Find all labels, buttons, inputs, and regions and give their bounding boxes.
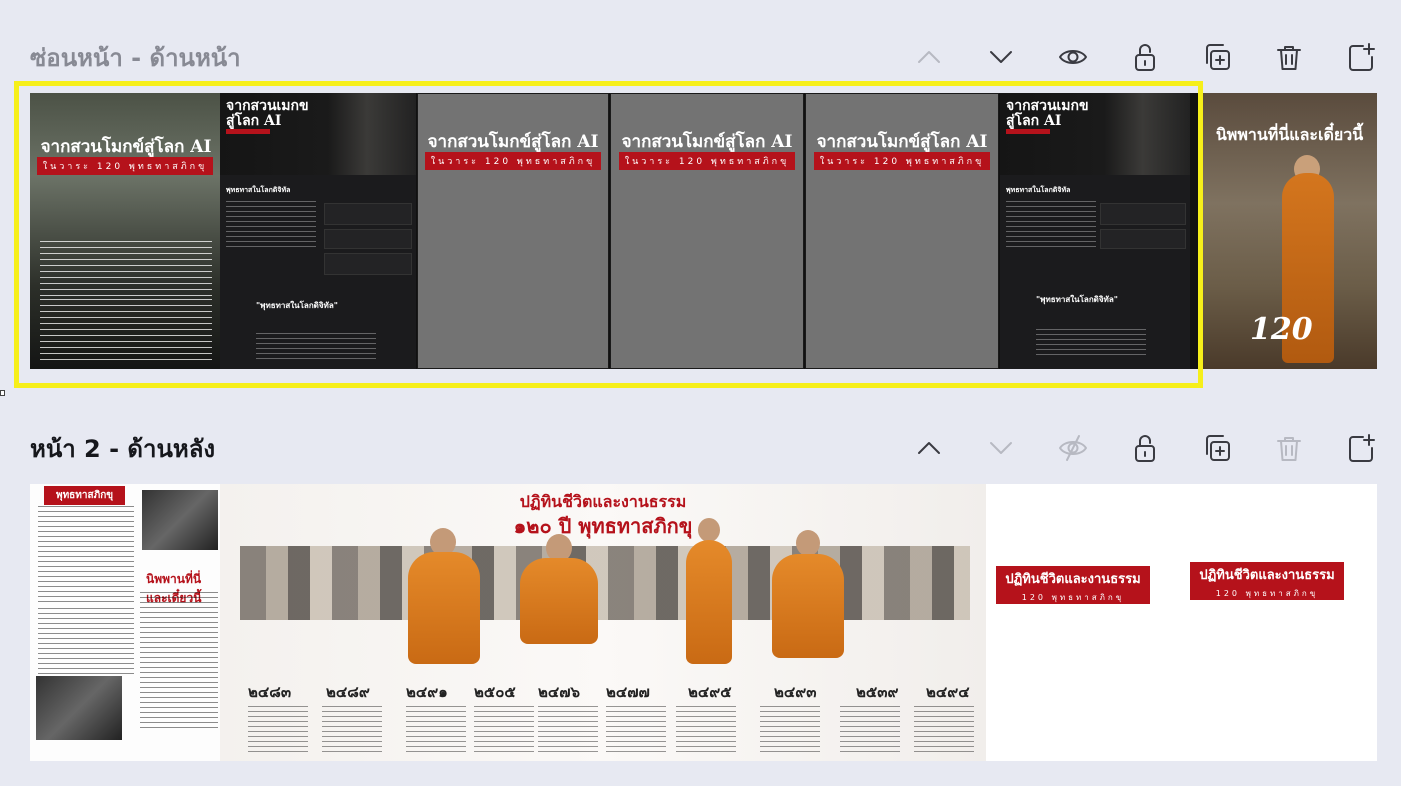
- monk-number: 120: [1250, 312, 1313, 347]
- add-page-icon: [1349, 434, 1375, 462]
- timeline-text: [406, 706, 466, 754]
- page-toolbar-1: [875, 37, 1379, 77]
- document-tile[interactable]: พุทธทาสภิกขุ นิพพานที่นี่และเดี๋ยวนี้: [30, 484, 220, 761]
- move-down-button[interactable]: [983, 430, 1019, 466]
- label-box: ปฏิทินชีวิตและงานธรรม 120 พุทธทาสภิกขุ: [1190, 562, 1344, 600]
- monk-figure: [520, 558, 598, 644]
- toggle-visibility-button[interactable]: [1055, 430, 1091, 466]
- timeline-year: ๒๔๙๑: [406, 683, 448, 701]
- doc-photo: [142, 490, 218, 550]
- duplicate-page-button[interactable]: [1199, 430, 1235, 466]
- chevron-down-icon: [990, 442, 1012, 454]
- label-subtitle: 120 พุทธทาสภิกขุ: [1215, 589, 1319, 598]
- add-page-button[interactable]: [1343, 430, 1379, 466]
- resize-handle[interactable]: [0, 390, 5, 396]
- trash-icon: [1277, 46, 1301, 70]
- timeline-text: [474, 706, 534, 754]
- delete-page-button[interactable]: [1271, 39, 1307, 75]
- label-title: ปฏิทินชีวิตและงานธรรม: [1005, 572, 1141, 587]
- chevron-up-icon: [918, 51, 940, 63]
- label-tile[interactable]: ปฏิทินชีวิตและงานธรรม 120 พุทธทาสภิกขุ: [986, 484, 1181, 761]
- page-thumbnail-strip-2[interactable]: พุทธทาสภิกขุ นิพพานที่นี่และเดี๋ยวนี้ ปฏ…: [30, 484, 1377, 761]
- chevron-up-icon: [918, 442, 940, 454]
- timeline-years: ๒๔๘๓ ๒๔๘๙ ๒๔๙๑ ๒๕๐๕ ๒๔๗๖ ๒๔๗๗ ๒๔๙๕ ๒๔๙๓ …: [220, 680, 986, 701]
- monk-figure: [408, 552, 480, 664]
- chevron-down-icon: [990, 51, 1012, 63]
- timeline-year: ๒๔๘๙: [326, 683, 370, 701]
- duplicate-icon: [1206, 44, 1230, 70]
- timeline-text: [914, 706, 974, 754]
- delete-page-button[interactable]: [1271, 430, 1307, 466]
- photo-collage: [240, 546, 970, 620]
- monk-figure: [772, 554, 844, 658]
- timeline-year: ๒๔๗๖: [538, 683, 581, 701]
- eye-off-icon: [1059, 435, 1087, 461]
- doc-tag: พุทธทาสภิกขุ: [44, 486, 126, 505]
- move-up-button[interactable]: [911, 39, 947, 75]
- monk-figure: [698, 518, 720, 542]
- timeline-text: [760, 706, 820, 754]
- timeline-text: [248, 706, 308, 754]
- timeline-year: ๒๕๓๙: [856, 683, 899, 701]
- move-down-button[interactable]: [983, 39, 1019, 75]
- trash-icon: [1277, 437, 1301, 461]
- doc-text: [38, 608, 134, 678]
- timeline-text: [538, 706, 598, 754]
- monk-title: นิพพานที่นี่และเดี๋ยวนี้: [1215, 125, 1364, 144]
- label-subtitle: 120 พุทธทาสภิกขุ: [1021, 593, 1125, 602]
- timeline-year: ๒๔๘๓: [248, 683, 292, 701]
- duplicate-page-button[interactable]: [1199, 39, 1235, 75]
- lock-button[interactable]: [1127, 430, 1163, 466]
- add-page-button[interactable]: [1343, 39, 1379, 75]
- doc-text: [140, 592, 218, 732]
- move-up-button[interactable]: [911, 430, 947, 466]
- timeline-text: [676, 706, 736, 754]
- page-title[interactable]: ซ่อนหน้า - ด้านหน้า: [30, 38, 241, 77]
- page-title[interactable]: หน้า 2 - ด้านหลัง: [30, 429, 215, 468]
- lock-icon: [1135, 435, 1155, 462]
- label-tile[interactable]: ปฏิทินชีวิตและงานธรรม 120 พุทธทาสภิกขุ: [1182, 484, 1377, 761]
- monk-figure: [686, 540, 732, 664]
- eye-icon: [1059, 50, 1087, 64]
- monk-photo-tile[interactable]: นิพพานที่นี่และเดี๋ยวนี้ 120: [1202, 93, 1377, 369]
- timeline-text: [606, 706, 666, 754]
- timeline-text: [322, 706, 382, 754]
- timeline-poster-tile[interactable]: ปฏิทินชีวิตและงานธรรม ๑๒๐ ปี พุทธทาสภิกข…: [220, 484, 986, 761]
- timeline-year: ๒๔๙๓: [774, 683, 817, 701]
- doc-text: [38, 506, 134, 602]
- timeline-subtitle: ๑๒๐ ปี พุทธทาสภิกขุ: [513, 514, 693, 538]
- lock-button[interactable]: [1127, 39, 1163, 75]
- lock-icon: [1135, 44, 1155, 71]
- page-toolbar-2: [875, 428, 1379, 468]
- timeline-text: [840, 706, 900, 754]
- duplicate-icon: [1206, 435, 1230, 461]
- timeline-year: ๒๔๗๗: [606, 683, 650, 701]
- doc-photo: [36, 676, 122, 740]
- timeline-year: ๒๕๐๕: [474, 683, 516, 701]
- label-title: ปฏิทินชีวิตและงานธรรม: [1199, 568, 1335, 583]
- toggle-visibility-button[interactable]: [1055, 39, 1091, 75]
- selection-frame: [14, 81, 1203, 388]
- monk-figure: [796, 530, 820, 556]
- timeline-year: ๒๔๙๕: [688, 683, 732, 701]
- timeline-year: ๒๔๙๔: [926, 683, 970, 701]
- add-page-icon: [1349, 43, 1375, 71]
- label-box: ปฏิทินชีวิตและงานธรรม 120 พุทธทาสภิกขุ: [996, 566, 1150, 604]
